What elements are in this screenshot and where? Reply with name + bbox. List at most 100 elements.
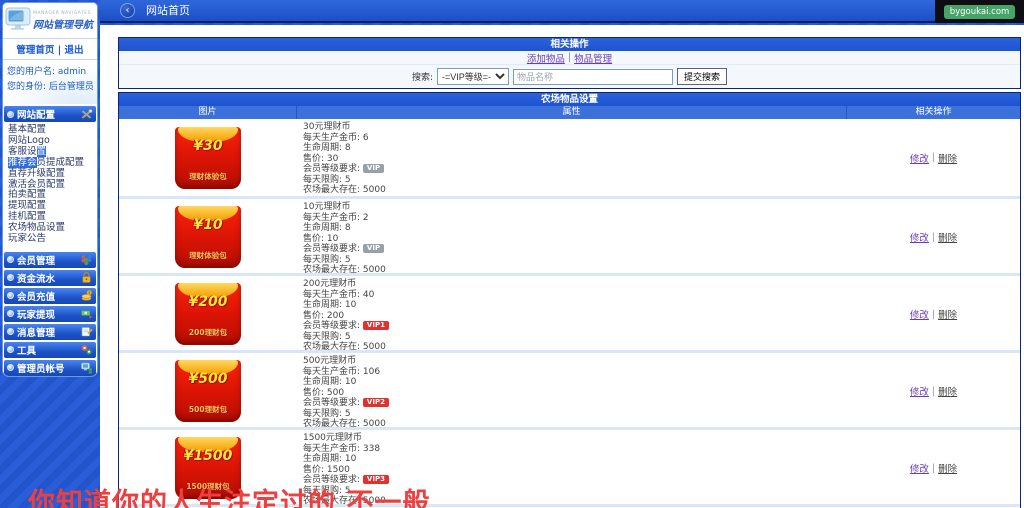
vip-badge: VIP2	[362, 398, 389, 407]
life-value: 10	[344, 454, 357, 464]
produce-value: 2	[362, 212, 369, 223]
delete-link[interactable]: 删除	[938, 384, 957, 398]
produce-label: 每天生产金币:	[303, 366, 361, 377]
sidebar-section-player-withdraw[interactable]: 玩家提现	[4, 305, 96, 322]
modify-link[interactable]: 修改	[910, 151, 929, 165]
limit-value: 5	[344, 174, 351, 185]
table-column-header: 图片 属性 相关操作	[119, 106, 1020, 119]
watermark-text: 你知道你的人生注定过的 不一般	[28, 488, 431, 508]
table-row: ¥200 200理财包 200元理财币 每天生产金币: 40 生命周期: 10 …	[119, 273, 1020, 353]
limit-label: 每天限购:	[303, 254, 343, 265]
table-row: ¥10 理财体验包 10元理财币 每天生产金币: 2 生命周期: 8 售价: 1…	[119, 196, 1020, 276]
produce-value: 40	[362, 289, 375, 300]
sidebar-section-tools[interactable]: 工具	[4, 341, 96, 358]
item-actions: 修改 | 删除	[847, 430, 1020, 507]
packet-amount: ¥500	[188, 371, 228, 388]
submit-search-button[interactable]: 提交搜索	[677, 68, 728, 85]
site-url-badge[interactable]: bygoukai.com	[943, 4, 1016, 19]
config-submenu: 基本配置 网站Logo 客服设置 推荐会员提成配置 直荐升级配置 激活会员配置 拍卖配置 提现…	[3, 122, 97, 250]
sidebar-section-message-management[interactable]: 消息管理	[4, 323, 96, 340]
red-packet-image: ¥30 理财体验包	[175, 126, 241, 189]
role-value: 后台管理员	[48, 82, 94, 92]
item-attributes: 30元理财币 每天生产金币: 6 生命周期: 8 售价: 30 会员等级要求: …	[297, 119, 847, 196]
price-value: 10	[326, 233, 339, 244]
item-name: 200元理财币	[303, 279, 357, 289]
bullet-icon	[7, 274, 14, 282]
item-image-cell: ¥30 理财体验包	[119, 119, 297, 196]
delete-link[interactable]: 删除	[938, 461, 957, 475]
delete-link[interactable]: 删除	[938, 307, 957, 321]
vip-level-select[interactable]: -=VIP等级=-	[437, 68, 510, 85]
item-name-input[interactable]	[513, 68, 674, 85]
farm-items-panel: 农场物品设置 图片 属性 相关操作 ¥30 理财体验包 30元理财币 每天生产金…	[118, 92, 1021, 508]
life-label: 生命周期:	[303, 223, 343, 233]
item-actions: 修改 | 删除	[847, 276, 1020, 353]
bullet-icon	[7, 310, 14, 318]
related-ops-panel: 相关操作 添加物品 | 物品管理 搜索: -=VIP等级=- 提交搜索	[118, 37, 1021, 89]
item-actions: 修改 | 删除	[847, 199, 1020, 276]
sidebar-section-fund-flow[interactable]: 资金流水	[4, 269, 96, 286]
sidebar-nav-row: 管理首页 | 退出	[3, 38, 97, 60]
modify-link[interactable]: 修改	[910, 461, 929, 475]
top-right-block: bygoukai.com	[935, 0, 1024, 23]
life-value: 8	[344, 223, 351, 233]
users-icon	[79, 253, 93, 266]
modify-link[interactable]: 修改	[910, 307, 929, 321]
life-value: 8	[344, 143, 351, 153]
farm-items-title: 农场物品设置	[119, 93, 1020, 106]
item-attributes: 500元理财币 每天生产金币: 106 生命周期: 10 售价: 500 会员等…	[297, 353, 847, 430]
delete-link[interactable]: 删除	[938, 230, 957, 244]
back-arrow-icon[interactable]: ‹	[120, 3, 135, 18]
sidebar-sections: 会员管理 资金流水 会员充值 $ 玩家提现 消息管理 工具 管理员帐号	[3, 251, 97, 376]
bullet-icon	[7, 346, 14, 354]
item-name: 1500元理财币	[303, 433, 362, 443]
max-label: 农场最大存在:	[303, 342, 361, 352]
item-management-link[interactable]: 物品管理	[574, 51, 612, 65]
lock-icon	[79, 271, 93, 284]
gears-icon	[79, 343, 93, 356]
red-packet-image: ¥10 理财体验包	[175, 206, 241, 269]
search-label: 搜索:	[411, 73, 434, 83]
message-icon	[79, 325, 93, 338]
add-item-link[interactable]: 添加物品	[527, 51, 565, 65]
price-value: 30	[326, 153, 339, 164]
max-value: 5000	[362, 185, 386, 195]
modify-link[interactable]: 修改	[910, 230, 929, 244]
logout-link[interactable]: 退出	[65, 45, 84, 56]
max-label: 农场最大存在:	[303, 185, 361, 195]
sidebar-section-site-config[interactable]: 网站配置	[4, 106, 96, 122]
col-actions: 相关操作	[915, 107, 952, 117]
red-packet-image: ¥200 200理财包	[175, 283, 241, 346]
produce-label: 每天生产金币:	[303, 132, 361, 143]
sidebar-item-player-notice[interactable]: 玩家公告	[8, 233, 97, 245]
packet-label: 500理财包	[188, 405, 228, 415]
max-value: 5000	[362, 419, 386, 429]
produce-label: 每天生产金币:	[303, 212, 361, 223]
vip-label: 会员等级要求:	[303, 244, 361, 254]
item-actions: 修改 | 删除	[847, 119, 1020, 196]
action-divider: |	[931, 462, 936, 474]
sidebar-section-member-management[interactable]: 会员管理	[4, 251, 96, 268]
life-label: 生命周期:	[303, 143, 343, 153]
packet-label: 理财体验包	[189, 171, 227, 181]
price-label: 售价:	[303, 387, 325, 398]
sidebar: MANAGER NAVIGATES 网站管理导航 管理首页 | 退出 您的用户名…	[2, 2, 98, 377]
item-attributes: 10元理财币 每天生产金币: 2 生命周期: 8 售价: 10 会员等级要求: …	[297, 199, 847, 276]
sidebar-section-member-recharge[interactable]: 会员充值 $	[4, 287, 96, 304]
bullet-icon	[7, 328, 14, 336]
produce-value: 338	[362, 443, 381, 454]
action-divider: |	[931, 231, 936, 243]
user-info: 您的用户名: admin 您的身份: 后台管理员	[3, 60, 97, 104]
related-ops-title: 相关操作	[119, 38, 1020, 51]
delete-link[interactable]: 删除	[938, 151, 957, 165]
life-label: 生命周期:	[303, 377, 343, 387]
price-label: 售价:	[303, 464, 325, 475]
sidebar-section-admin-account[interactable]: 管理员帐号	[4, 359, 96, 376]
packet-amount: ¥10	[193, 217, 223, 234]
tools-icon	[79, 108, 93, 121]
item-name: 500元理财币	[303, 356, 357, 366]
logo-title: 网站管理导航	[33, 20, 93, 31]
modify-link[interactable]: 修改	[910, 384, 929, 398]
admin-home-link[interactable]: 管理首页	[16, 45, 54, 56]
main-content: 相关操作 添加物品 | 物品管理 搜索: -=VIP等级=- 提交搜索 农场物品…	[100, 25, 1024, 508]
